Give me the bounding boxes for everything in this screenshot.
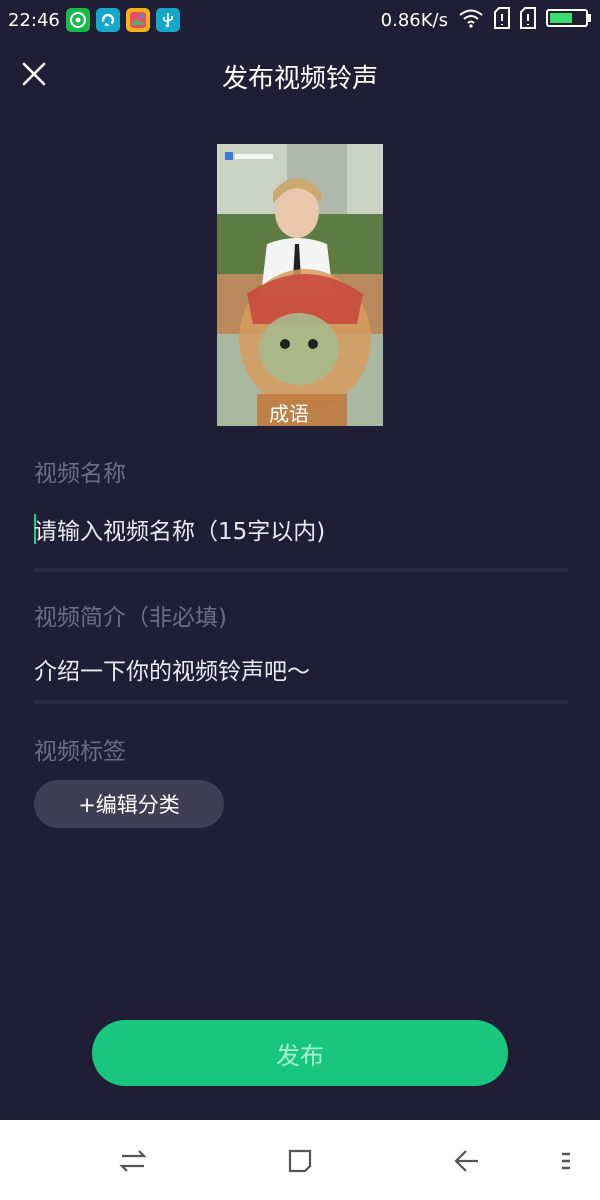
header-bar: 发布视频铃声	[0, 40, 600, 110]
status-bar-left: 22:46	[8, 8, 180, 32]
system-nav-bar	[0, 1120, 600, 1200]
status-bar: 22:46 0.86K/s	[0, 0, 600, 40]
video-intro-label: 视频简介（非必填)	[34, 605, 227, 631]
video-intro-input[interactable]: 介绍一下你的视频铃声吧～	[34, 652, 310, 686]
status-bar-right: 0.86K/s	[380, 6, 592, 34]
usb-icon	[155, 8, 180, 32]
gallery-app-icon	[125, 8, 150, 32]
video-intro-divider	[34, 700, 568, 704]
switch-apps-icon	[119, 1150, 147, 1172]
menu-button[interactable]	[556, 1146, 576, 1176]
home-icon	[288, 1149, 312, 1173]
menu-icon	[562, 1152, 570, 1170]
network-speed: 0.86K/s	[380, 9, 448, 31]
page-title: 发布视频铃声	[221, 64, 378, 94]
video-thumbnail[interactable]: 成语	[217, 144, 383, 426]
back-icon	[454, 1150, 478, 1172]
battery-icon	[546, 8, 592, 33]
home-button[interactable]	[285, 1146, 315, 1176]
back-button[interactable]	[452, 1146, 482, 1176]
video-name-label: 视频名称	[34, 461, 126, 487]
video-name-divider	[34, 568, 568, 572]
thumbnail-caption: 成语	[269, 402, 309, 426]
video-tags-label: 视频标签	[34, 739, 126, 765]
video-name-input[interactable]: 请输入视频名称（15字以内)	[34, 512, 325, 546]
teal-app-icon	[95, 8, 120, 32]
switch-apps-button[interactable]	[118, 1146, 148, 1176]
sim2-icon	[520, 6, 536, 34]
wifi-icon	[458, 8, 484, 33]
publish-button[interactable]: 发布	[92, 1020, 508, 1086]
sim1-icon	[494, 6, 510, 34]
status-time: 22:46	[8, 9, 60, 31]
edit-category-button[interactable]: +编辑分类	[34, 780, 224, 828]
green-circle-app-icon	[65, 8, 90, 32]
